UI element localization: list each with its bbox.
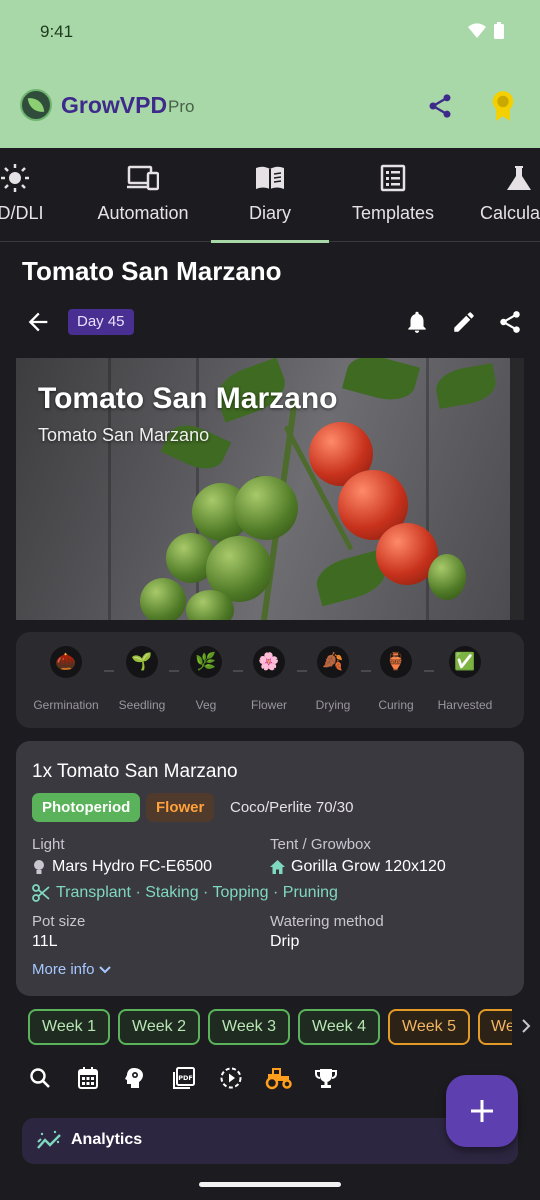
light-label: Light (32, 836, 65, 853)
tab-calculator[interactable]: Calcula (476, 148, 540, 242)
week-chip[interactable]: Week 2 (118, 1009, 200, 1045)
tab-automation[interactable]: Automation (80, 148, 206, 242)
training-actions-text: Transplant · Staking · Topping · Pruning (56, 884, 338, 901)
day-badge: Day 45 (68, 309, 134, 335)
timelapse-icon[interactable] (219, 1066, 243, 1090)
list-icon (380, 164, 406, 192)
pro-label: Pro (168, 97, 195, 116)
tab-bar: FD/DLI Automation Diary Templates Calcul… (0, 148, 540, 243)
analytics-label: Analytics (71, 1131, 143, 1148)
plant-name: 1x Tomato San Marzano (32, 761, 238, 782)
medium-chip: Coco/Perlite 70/30 (230, 799, 354, 816)
tractor-icon[interactable] (265, 1066, 293, 1090)
tab-diary[interactable]: Diary (211, 148, 329, 243)
plant-photo[interactable]: Tomato San Marzano Tomato San Marzano (16, 358, 524, 620)
tab-label: Templates (351, 203, 435, 223)
tab-label: Automation (97, 203, 189, 223)
more-info-label: More info (32, 961, 95, 978)
tab-label: Diary (248, 203, 291, 223)
fallen-leaf-icon: 🍂 (317, 646, 349, 678)
plant-details-card: 1x Tomato San Marzano Photoperiod Flower… (16, 741, 524, 996)
edit-icon[interactable] (451, 309, 477, 335)
tent-value-text: Gorilla Grow 120x120 (291, 858, 446, 875)
devices-icon (127, 165, 159, 191)
chestnut-icon: 🌰 (50, 646, 82, 678)
stage-label: Harvested (437, 698, 493, 712)
calendar-icon[interactable] (76, 1066, 100, 1090)
stage-curing[interactable]: 🏺 Curing (356, 646, 436, 712)
growth-stage-card: 🌰 Germination 🌱 Seedling 🌿 Veg 🌸 Flower … (16, 632, 524, 728)
share-icon[interactable] (426, 92, 454, 120)
book-icon (256, 166, 284, 189)
hero-subtitle: Tomato San Marzano (38, 425, 210, 445)
week-chip[interactable]: Week 4 (298, 1009, 380, 1045)
trending-icon (37, 1130, 61, 1149)
page-title: Tomato San Marzano (22, 256, 282, 286)
analytics-section[interactable]: Analytics (22, 1118, 518, 1164)
herb-icon: 🌿 (190, 646, 222, 678)
pot-size-value: 11L (32, 933, 58, 950)
training-actions: Transplant · Staking · Topping · Pruning (32, 884, 338, 902)
stage-label: Germination (33, 698, 99, 712)
chevron-down-icon (98, 965, 111, 973)
light-value: Mars Hydro FC-E6500 (32, 858, 212, 876)
light-value-text: Mars Hydro FC-E6500 (52, 858, 213, 875)
sun-icon (1, 164, 29, 192)
search-icon[interactable] (28, 1066, 52, 1090)
chevron-right-icon[interactable] (518, 1016, 534, 1036)
photoperiod-chip: Photoperiod (32, 793, 141, 822)
wifi-icon (468, 22, 486, 38)
home-icon (270, 860, 285, 874)
bulb-icon (34, 860, 44, 874)
scissors-icon (32, 884, 50, 902)
check-icon: ✅ (449, 646, 481, 678)
svg-text:PDF: PDF (178, 1074, 193, 1082)
more-info-button[interactable]: More info (32, 961, 111, 978)
tab-templates[interactable]: Templates (336, 148, 450, 242)
watering-value: Drip (270, 933, 300, 950)
stage-chip: Flower (146, 793, 215, 822)
app-title: GrowVPD (61, 92, 168, 118)
plus-icon (471, 1100, 493, 1122)
tent-label: Tent / Growbox (270, 836, 371, 853)
week-chip[interactable]: Week 5 (388, 1009, 470, 1045)
tab-label: Calcula (480, 203, 540, 223)
app-bar: 9:41 GrowVPD Pro (0, 0, 540, 148)
jar-icon: 🏺 (380, 646, 412, 678)
pdf-icon[interactable]: PDF (172, 1066, 196, 1090)
app-logo (20, 89, 52, 121)
flask-icon (507, 166, 531, 190)
stage-label: Curing (378, 698, 414, 712)
battery-icon (494, 22, 504, 39)
week-selector: Week 1 Week 2 Week 3 Week 4 Week 5 We (28, 1009, 512, 1045)
share-icon[interactable] (497, 309, 523, 335)
add-entry-button[interactable] (446, 1075, 518, 1147)
home-indicator[interactable] (199, 1182, 341, 1187)
back-arrow-icon[interactable] (24, 308, 52, 336)
status-icons (468, 22, 504, 39)
watering-label: Watering method (270, 913, 384, 930)
stage-germination[interactable]: 🌰 Germination (26, 646, 106, 712)
seedling-icon: 🌱 (126, 646, 158, 678)
pot-size-label: Pot size (32, 913, 86, 930)
tent-value: Gorilla Grow 120x120 (270, 858, 446, 876)
head-gear-icon[interactable] (124, 1066, 148, 1090)
week-chip[interactable]: Week 3 (208, 1009, 290, 1045)
tab-fd-dli[interactable]: FD/DLI (0, 148, 70, 242)
award-icon[interactable] (489, 90, 517, 122)
stage-harvested[interactable]: ✅ Harvested (425, 646, 505, 712)
trophy-icon[interactable] (314, 1066, 338, 1090)
bell-icon[interactable] (404, 309, 430, 335)
week-chip[interactable]: We (478, 1009, 512, 1045)
hero-title: Tomato San Marzano (38, 382, 338, 415)
tab-label: FD/DLI (0, 203, 44, 223)
week-chip[interactable]: Week 1 (28, 1009, 110, 1045)
blossom-icon: 🌸 (253, 646, 285, 678)
status-time: 9:41 (40, 22, 74, 41)
